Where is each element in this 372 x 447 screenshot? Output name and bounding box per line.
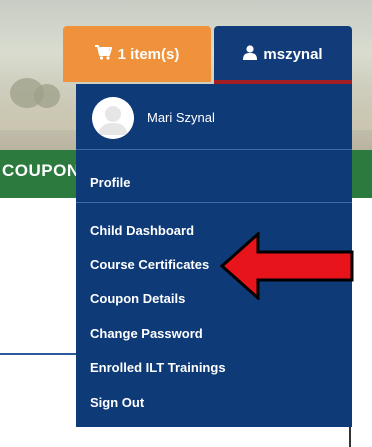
content-divider: [0, 353, 76, 355]
banner-tree: [34, 84, 60, 108]
dropdown-divider: [76, 149, 352, 150]
menu-item-change-password[interactable]: Change Password: [90, 326, 203, 341]
panel-edge: [349, 427, 351, 447]
shopping-cart-icon: [94, 44, 112, 64]
annotation-arrow-icon: [219, 230, 354, 305]
cart-button[interactable]: 1 item(s): [63, 26, 211, 82]
dropdown-divider: [76, 202, 352, 203]
menu-item-coupon-details[interactable]: Coupon Details: [90, 291, 185, 306]
cart-button-label: 1 item(s): [117, 45, 180, 63]
menu-item-sign-out[interactable]: Sign Out: [90, 395, 144, 410]
menu-item-course-certificates[interactable]: Course Certificates: [90, 257, 209, 272]
profile-user-name: Mari Szynal: [147, 110, 215, 125]
user-menu-button[interactable]: mszynal: [214, 26, 352, 82]
menu-item-child-dashboard[interactable]: Child Dashboard: [90, 223, 194, 238]
user-icon: [243, 44, 258, 64]
nav-coupon-label[interactable]: COUPON: [2, 161, 80, 181]
dropdown-profile-header[interactable]: Mari Szynal: [76, 84, 352, 149]
menu-item-enrolled-ilt-trainings[interactable]: Enrolled ILT Trainings: [90, 360, 226, 375]
user-menu-label: mszynal: [263, 45, 323, 63]
avatar: [92, 97, 134, 139]
menu-item-profile[interactable]: Profile: [90, 175, 130, 190]
